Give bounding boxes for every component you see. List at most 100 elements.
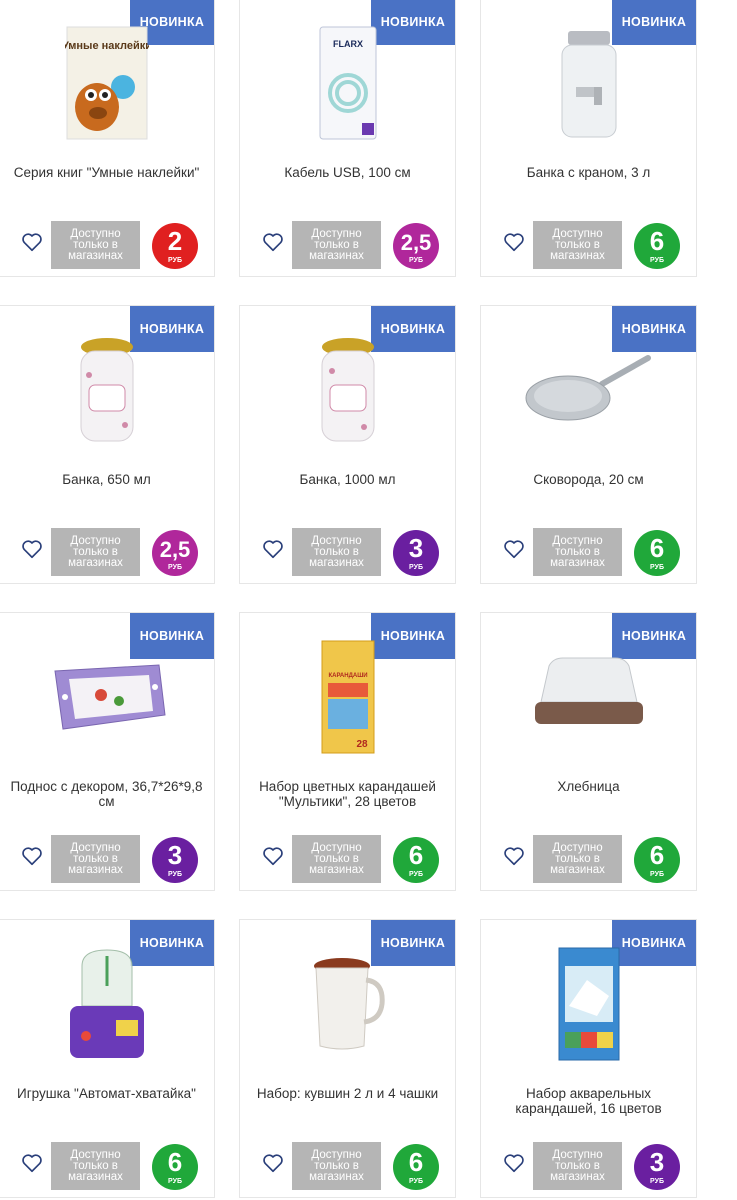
product-card[interactable]: НОВИНКА КАРАНДАШИ 28 Набор цветных каран…	[239, 612, 456, 891]
product-card[interactable]: НОВИНКА Хлебница Доступно только в магаз…	[480, 612, 697, 891]
heart-icon[interactable]	[21, 231, 43, 253]
heart-icon[interactable]	[262, 1152, 284, 1174]
price-badge: 6 РУБ	[634, 837, 680, 883]
product-card[interactable]: НОВИНКА Поднос с декором, 36,7*26*9,8 см…	[0, 612, 215, 891]
product-card[interactable]: НОВИНКА Набор: кувшин 2 л и 4 чашки Дост…	[239, 919, 456, 1198]
price-badge: 6 РУБ	[393, 837, 439, 883]
product-card[interactable]: НОВИНКА Банка, 650 мл Доступно только в …	[0, 305, 215, 584]
heart-icon[interactable]	[262, 845, 284, 867]
product-card[interactable]: НОВИНКА Банка с краном, 3 л Доступно тол…	[480, 0, 697, 277]
heart-icon[interactable]	[21, 1152, 43, 1174]
heart-icon[interactable]	[21, 845, 43, 867]
product-card[interactable]: НОВИНКА Банка, 1000 мл Доступно только в…	[239, 305, 456, 584]
price-value: 6	[649, 226, 665, 256]
product-name[interactable]: Кабель USB, 100 см	[248, 165, 447, 180]
price-value: 6	[408, 1147, 424, 1177]
price-currency: РУБ	[409, 564, 423, 571]
availability-button[interactable]: Доступно только в магазинах	[533, 221, 622, 269]
availability-button[interactable]: Доступно только в магазинах	[292, 221, 381, 269]
bread-box-icon	[534, 657, 643, 724]
product-name[interactable]: Набор цветных карандашей "Мультики", 28 …	[248, 779, 447, 809]
heart-icon[interactable]	[503, 845, 525, 867]
price-value: 6	[408, 840, 424, 870]
availability-button[interactable]: Доступно только в магазинах	[51, 1142, 140, 1190]
product-image[interactable]	[481, 324, 696, 456]
availability-button[interactable]: Доступно только в магазинах	[51, 835, 140, 883]
price-value: 3	[408, 533, 424, 563]
price-value: 6	[167, 1147, 183, 1177]
product-name[interactable]: Игрушка "Автомат-хватайка"	[7, 1086, 206, 1101]
usb-cable-icon: FLARX	[319, 26, 376, 140]
heart-icon[interactable]	[262, 538, 284, 560]
product-image[interactable]	[481, 631, 696, 763]
price-currency: РУБ	[409, 257, 423, 264]
availability-button[interactable]: Доступно только в магазинах	[533, 528, 622, 576]
product-image[interactable]	[0, 938, 214, 1070]
availability-button[interactable]: Доступно только в магазинах	[292, 528, 381, 576]
product-image[interactable]	[481, 938, 696, 1070]
product-name[interactable]: Поднос с декором, 36,7*26*9,8 см	[7, 779, 206, 809]
package-brand: FLARX	[333, 39, 363, 49]
product-name[interactable]: Серия книг "Умные наклейки"	[7, 165, 206, 180]
watercolor-pencils-icon	[558, 947, 619, 1061]
claw-machine-icon	[69, 949, 144, 1058]
price-value: 6	[649, 840, 665, 870]
availability-button[interactable]: Доступно только в магазинах	[533, 835, 622, 883]
price-value: 3	[649, 1147, 665, 1177]
price-value: 3	[167, 840, 183, 870]
price-badge: 6 РУБ	[393, 1144, 439, 1190]
frying-pan-icon	[525, 355, 651, 421]
heart-icon[interactable]	[503, 1152, 525, 1174]
price-currency: РУБ	[650, 1178, 664, 1185]
product-image[interactable]	[481, 17, 696, 149]
availability-button[interactable]: Доступно только в магазинах	[292, 1142, 381, 1190]
product-card[interactable]: НОВИНКА FLARX Кабель USB, 100 см Доступн…	[239, 0, 456, 277]
product-image[interactable]: КАРАНДАШИ 28	[240, 631, 455, 763]
price-badge: 6 РУБ	[634, 223, 680, 269]
product-name[interactable]: Сковорода, 20 см	[489, 472, 688, 487]
availability-button[interactable]: Доступно только в магазинах	[533, 1142, 622, 1190]
product-image[interactable]	[240, 324, 455, 456]
price-badge: 3 РУБ	[152, 837, 198, 883]
product-card[interactable]: НОВИНКА Умные наклейки Серия книг "Умные…	[0, 0, 215, 277]
product-name[interactable]: Банка с краном, 3 л	[489, 165, 688, 180]
product-card[interactable]: НОВИНКА Игрушка "Автомат-хватайка" Досту…	[0, 919, 215, 1198]
availability-button[interactable]: Доступно только в магазинах	[51, 528, 140, 576]
book-cover-title: Умные наклейки	[65, 40, 149, 52]
heart-icon[interactable]	[503, 231, 525, 253]
price-badge: 2,5 РУБ	[393, 223, 439, 269]
product-name[interactable]: Набор: кувшин 2 л и 4 чашки	[248, 1086, 447, 1101]
product-name[interactable]: Банка, 1000 мл	[248, 472, 447, 487]
price-currency: РУБ	[168, 1178, 182, 1185]
availability-button[interactable]: Доступно только в магазинах	[51, 221, 140, 269]
product-name[interactable]: Набор акварельных карандашей, 16 цветов	[489, 1086, 688, 1116]
product-grid: НОВИНКА Умные наклейки Серия книг "Умные…	[0, 0, 737, 1200]
price-currency: РУБ	[650, 257, 664, 264]
tap-jar-icon	[561, 31, 616, 138]
price-currency: РУБ	[409, 871, 423, 878]
product-card[interactable]: НОВИНКА Сковорода, 20 см Доступно только…	[480, 305, 697, 584]
heart-icon[interactable]	[21, 538, 43, 560]
product-image[interactable]	[0, 324, 214, 456]
price-badge: 6 РУБ	[152, 1144, 198, 1190]
product-image[interactable]	[0, 631, 214, 763]
product-card[interactable]: НОВИНКА Набор акварельных карандашей, 16…	[480, 919, 697, 1198]
price-badge: 2 РУБ	[152, 223, 198, 269]
product-image[interactable]	[240, 938, 455, 1070]
product-name[interactable]: Банка, 650 мл	[7, 472, 206, 487]
availability-button[interactable]: Доступно только в магазинах	[292, 835, 381, 883]
price-currency: РУБ	[168, 257, 182, 264]
product-name[interactable]: Хлебница	[489, 779, 688, 794]
box-count: 28	[356, 739, 368, 750]
price-badge: 3 РУБ	[634, 1144, 680, 1190]
product-image[interactable]: FLARX	[240, 17, 455, 149]
product-image[interactable]: Умные наклейки	[0, 17, 214, 149]
jar-icon	[80, 338, 133, 442]
heart-icon[interactable]	[503, 538, 525, 560]
jar-icon	[321, 338, 374, 442]
price-value: 2,5	[159, 537, 191, 562]
tray-icon	[53, 664, 166, 730]
price-badge: 2,5 РУБ	[152, 530, 198, 576]
price-value: 6	[649, 533, 665, 563]
heart-icon[interactable]	[262, 231, 284, 253]
